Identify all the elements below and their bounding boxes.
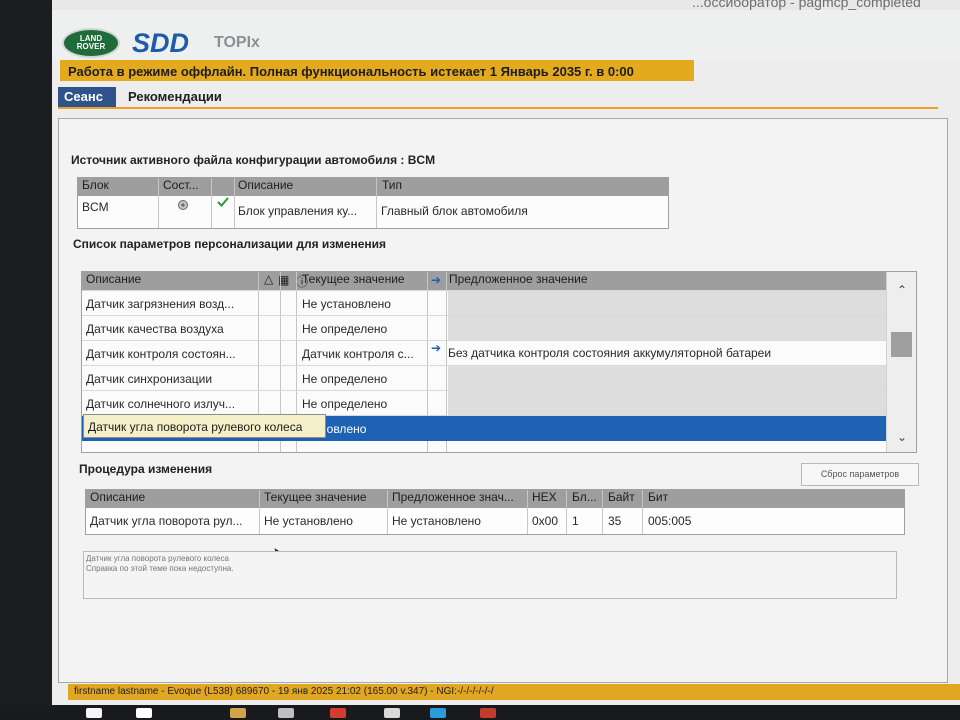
parameter-grid-scrollbar[interactable]: ⌃ ⌄ xyxy=(886,272,916,452)
proc-col-byte: Байт xyxy=(608,490,635,504)
windows-icon[interactable] xyxy=(86,708,102,718)
divider xyxy=(234,178,235,228)
help-panel: Датчик угла поворота рулевого колеса Спр… xyxy=(83,551,897,599)
bcm-block-cell: BCM xyxy=(82,200,109,214)
bcm-description-cell: Блок управления ку... xyxy=(238,204,358,218)
param-description: Датчик загрязнения возд... xyxy=(86,297,235,311)
param-list-title: Список параметров персонализации для изм… xyxy=(73,237,387,251)
files-icon[interactable] xyxy=(384,708,400,718)
procedure-title: Процедура изменения xyxy=(79,462,213,476)
proc-current: Не установлено xyxy=(264,514,353,528)
tabs: Сеанс Рекомендации xyxy=(52,87,960,109)
param-current: Не определено xyxy=(302,397,388,411)
proc-description: Датчик угла поворота рул... xyxy=(90,514,243,528)
divider xyxy=(158,178,159,228)
param-col-current: Текущее значение xyxy=(302,272,405,286)
logo-text: LAND ROVER xyxy=(77,35,105,51)
tab-session[interactable]: Сеанс xyxy=(58,87,116,107)
reset-parameters-button[interactable]: Сброс параметров xyxy=(801,463,919,486)
arrow-right-icon: ➔ xyxy=(431,341,442,355)
divider xyxy=(259,490,260,534)
proc-col-proposed: Предложенное знач... xyxy=(392,490,514,504)
taskbar xyxy=(0,705,960,720)
col-type: Тип xyxy=(382,178,403,192)
proc-col-bit: Бит xyxy=(648,490,669,504)
settings-icon xyxy=(176,198,190,215)
col-status: Сост... xyxy=(163,178,199,192)
table-row[interactable]: Датчик загрязнения возд... Не установлен… xyxy=(82,290,887,316)
active-config-table: Блок Сост... Описание Тип BCM Блок управ… xyxy=(77,177,669,229)
table-row[interactable]: Датчик контроля состоян... Датчик контро… xyxy=(82,340,887,366)
col-description: Описание xyxy=(238,178,294,192)
screen: ...оссиборатор - pagmcp_completed LAND R… xyxy=(52,0,960,705)
divider xyxy=(566,490,567,534)
proc-hex: 0x00 xyxy=(532,514,559,528)
divider xyxy=(387,490,388,534)
search-icon[interactable] xyxy=(136,708,152,718)
table-row[interactable]: Датчик солнечного излуч... Не определено xyxy=(82,390,887,416)
sort-up-icon: △ xyxy=(264,272,274,286)
table-row[interactable]: Датчик синхронизации Не определено xyxy=(82,365,887,391)
main-panel: Источник активного файла конфигурации ав… xyxy=(58,118,948,683)
bcm-type-cell: Главный блок автомобиля xyxy=(381,204,528,218)
active-config-title: Источник активного файла конфигурации ав… xyxy=(71,153,436,167)
divider xyxy=(376,178,377,228)
divider xyxy=(527,490,528,534)
product-name: TOPIx xyxy=(214,34,260,51)
tool-icon[interactable] xyxy=(480,708,496,718)
proc-proposed: Не установлено xyxy=(392,514,481,528)
window-icon[interactable] xyxy=(278,708,294,718)
tab-underline xyxy=(58,107,938,109)
tab-recommendations[interactable]: Рекомендации xyxy=(122,87,228,107)
land-rover-logo: LAND ROVER xyxy=(62,28,120,58)
divider xyxy=(602,490,603,534)
table-row[interactable]: Датчик качества воздуха Не определено xyxy=(82,315,887,341)
app-header: LAND ROVER SDD TOPIx xyxy=(52,10,960,62)
param-col-description: Описание xyxy=(86,272,142,286)
param-description: Датчик синхронизации xyxy=(86,372,213,386)
scroll-thumb[interactable] xyxy=(891,332,912,357)
help-title: Датчик угла поворота рулевого колеса xyxy=(86,554,229,563)
param-proposed xyxy=(448,366,886,391)
checkmark-icon xyxy=(217,196,229,211)
proc-bit: 005:005 xyxy=(648,514,692,528)
proc-byte: 35 xyxy=(608,514,622,528)
logo-bottom-text: ROVER xyxy=(76,42,106,51)
tab-session-label: Сеанс xyxy=(64,89,103,104)
status-bar: firstname lastname - Evoque (L538) 68967… xyxy=(68,684,960,700)
param-description: Датчик контроля состоян... xyxy=(86,347,236,361)
row-tooltip: Датчик угла поворота рулевого колеса xyxy=(83,414,326,438)
param-description: Датчик качества воздуха xyxy=(86,322,224,336)
proc-col-hex: HEX xyxy=(532,490,557,504)
arrow-right-icon: ➔ xyxy=(431,273,442,287)
param-col-proposed: Предложенное значение xyxy=(449,272,588,286)
col-block: Блок xyxy=(82,178,109,192)
brand-title: SDD xyxy=(132,28,190,58)
procedure-grid: Описание Текущее значение Предложенное з… xyxy=(85,489,905,535)
chevron-up-icon[interactable]: ⌃ xyxy=(895,284,909,296)
param-current: Датчик контроля с... xyxy=(302,347,414,361)
folder-icon[interactable] xyxy=(230,708,246,718)
param-current: Не определено xyxy=(302,372,388,386)
param-current: Не определено xyxy=(302,322,388,336)
divider xyxy=(642,490,643,534)
param-description: Датчик солнечного излуч... xyxy=(86,397,236,411)
tab-recommendations-label: Рекомендации xyxy=(128,89,222,104)
param-proposed xyxy=(448,316,886,341)
proc-block: 1 xyxy=(572,514,579,528)
divider xyxy=(211,178,212,228)
param-current: Не установлено xyxy=(302,297,391,311)
window-title: ...оссиборатор - pagmcp_completed xyxy=(692,0,921,10)
browser-icon[interactable] xyxy=(330,708,346,718)
param-proposed xyxy=(448,291,886,316)
param-proposed xyxy=(448,391,886,416)
param-proposed: Без датчика контроля состояния аккумулят… xyxy=(448,346,772,360)
app-icon[interactable] xyxy=(430,708,446,718)
chevron-down-icon[interactable]: ⌄ xyxy=(895,431,909,443)
proc-col-block: Бл... xyxy=(572,490,597,504)
proc-col-current: Текущее значение xyxy=(264,490,367,504)
proc-col-description: Описание xyxy=(90,490,146,504)
offline-banner: Работа в режиме оффлайн. Полная функцион… xyxy=(60,60,694,81)
help-text: Справка по этой теме пока недоступна. xyxy=(86,564,234,573)
